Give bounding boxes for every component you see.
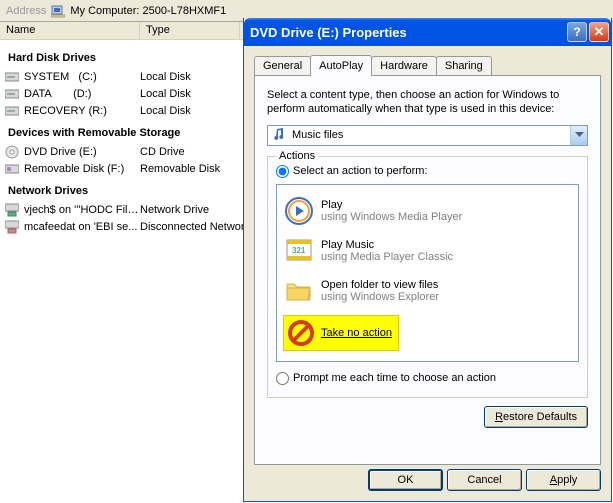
action-open-folder[interactable]: Open folder to view filesusing Windows E… bbox=[281, 271, 574, 311]
address-text[interactable]: My Computer: 2500-L78HXMF1 bbox=[70, 5, 226, 17]
tab-autoplay[interactable]: AutoPlay bbox=[310, 55, 372, 76]
tab-panel: Select a content type, then choose an ac… bbox=[254, 75, 601, 465]
cancel-button[interactable]: Cancel bbox=[447, 469, 522, 491]
ok-button[interactable]: OK bbox=[368, 469, 443, 491]
address-label: Address bbox=[2, 5, 50, 17]
action-take-no-action[interactable]: Take no action bbox=[281, 311, 574, 355]
folder-icon bbox=[283, 275, 315, 307]
svg-text:321: 321 bbox=[292, 246, 306, 255]
actions-group: Actions Select an action to perform: Pla… bbox=[267, 156, 588, 398]
removable-icon bbox=[4, 161, 20, 177]
action-list[interactable]: Playusing Windows Media Player 321 Play … bbox=[276, 184, 579, 362]
close-button[interactable]: ✕ bbox=[589, 22, 609, 42]
tab-sharing[interactable]: Sharing bbox=[436, 56, 492, 75]
action-play-music[interactable]: 321 Play Musicusing Media Player Classic bbox=[281, 231, 574, 271]
apply-button[interactable]: Apply bbox=[526, 469, 601, 491]
wmp-icon bbox=[283, 195, 315, 227]
dvd-icon bbox=[4, 144, 20, 160]
action-play[interactable]: Playusing Windows Media Player bbox=[281, 191, 574, 231]
restore-defaults-button[interactable]: Restore Defaults bbox=[484, 406, 588, 428]
dialog-title: DVD Drive (E:) Properties bbox=[250, 25, 407, 40]
actions-legend: Actions bbox=[276, 150, 318, 162]
disk-icon bbox=[4, 86, 20, 102]
column-name[interactable]: Name bbox=[0, 22, 140, 39]
music-icon bbox=[272, 127, 288, 143]
disk-icon bbox=[4, 103, 20, 119]
disk-icon bbox=[4, 69, 20, 85]
network-drive-icon bbox=[4, 202, 20, 218]
column-type[interactable]: Type bbox=[140, 22, 240, 39]
tab-hardware[interactable]: Hardware bbox=[371, 56, 437, 75]
network-drive-icon bbox=[4, 219, 20, 235]
content-type-combo[interactable]: Music files bbox=[267, 125, 588, 146]
instruction-text: Select a content type, then choose an ac… bbox=[267, 88, 588, 117]
dialog-buttons: OK Cancel Apply bbox=[254, 465, 601, 491]
radio-prompt[interactable]: Prompt me each time to choose an action bbox=[276, 372, 579, 385]
computer-icon bbox=[50, 3, 66, 19]
mpc-icon: 321 bbox=[283, 235, 315, 267]
help-button[interactable]: ? bbox=[567, 22, 587, 42]
properties-dialog: DVD Drive (E:) Properties ? ✕ General Au… bbox=[243, 18, 612, 502]
tab-general[interactable]: General bbox=[254, 56, 311, 75]
no-action-icon bbox=[287, 319, 315, 347]
dialog-titlebar[interactable]: DVD Drive (E:) Properties ? ✕ bbox=[244, 18, 611, 46]
tabs-row: General AutoPlay Hardware Sharing bbox=[254, 54, 601, 75]
radio-select-action[interactable]: Select an action to perform: bbox=[276, 165, 579, 178]
chevron-down-icon[interactable] bbox=[570, 126, 587, 145]
